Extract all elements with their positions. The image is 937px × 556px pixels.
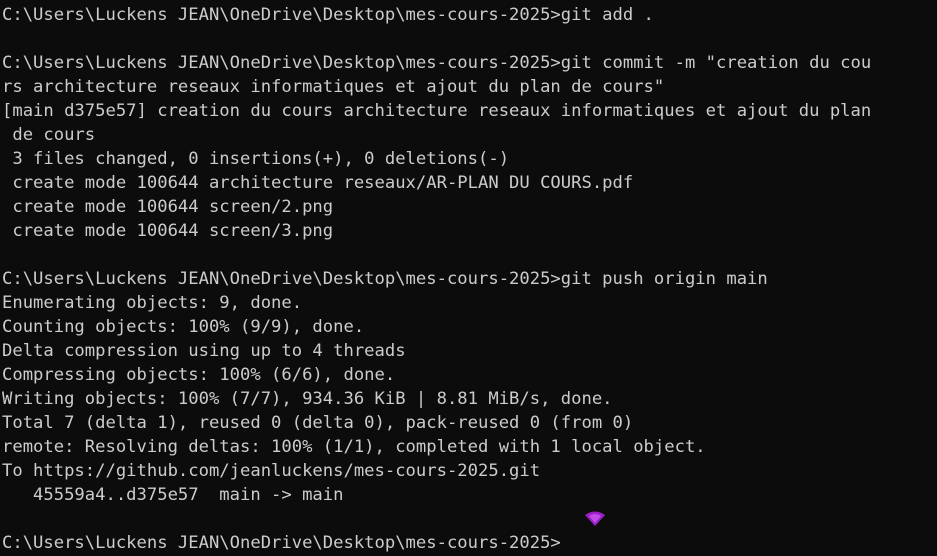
terminal-line: Writing objects: 100% (7/7), 934.36 KiB … (2, 389, 613, 409)
terminal-line: de cours (2, 125, 96, 145)
terminal-line: Compressing objects: 100% (6/6), done. (2, 365, 396, 385)
terminal-line: C:\Users\Luckens JEAN\OneDrive\Desktop\m… (2, 5, 654, 25)
terminal-line: create mode 100644 architecture reseaux/… (2, 173, 634, 193)
terminal-prompt-line[interactable]: C:\Users\Luckens JEAN\OneDrive\Desktop\m… (2, 531, 937, 555)
terminal-line: rs architecture reseaux informatiques et… (2, 77, 665, 97)
terminal-line: create mode 100644 screen/3.png (2, 221, 334, 241)
terminal-line: create mode 100644 screen/2.png (2, 197, 334, 217)
terminal-line: remote: Resolving deltas: 100% (1/1), co… (2, 437, 706, 457)
terminal-line: 45559a4..d375e57 main -> main (2, 485, 344, 505)
terminal-line: 3 files changed, 0 insertions(+), 0 dele… (2, 149, 510, 169)
terminal-line: C:\Users\Luckens JEAN\OneDrive\Desktop\m… (2, 269, 768, 289)
terminal-line: Counting objects: 100% (9/9), done. (2, 317, 365, 337)
wifi-signal-icon (585, 511, 605, 526)
terminal-window[interactable]: C:\Users\Luckens JEAN\OneDrive\Desktop\m… (0, 0, 937, 556)
terminal-line: Enumerating objects: 9, done. (2, 293, 303, 313)
terminal-line: To https://github.com/jeanluckens/mes-co… (2, 461, 541, 481)
terminal-line: C:\Users\Luckens JEAN\OneDrive\Desktop\m… (2, 53, 872, 73)
terminal-line: Total 7 (delta 1), reused 0 (delta 0), p… (2, 413, 634, 433)
terminal-line: Delta compression using up to 4 threads (2, 341, 406, 361)
terminal-line: [main d375e57] creation du cours archite… (2, 101, 872, 121)
